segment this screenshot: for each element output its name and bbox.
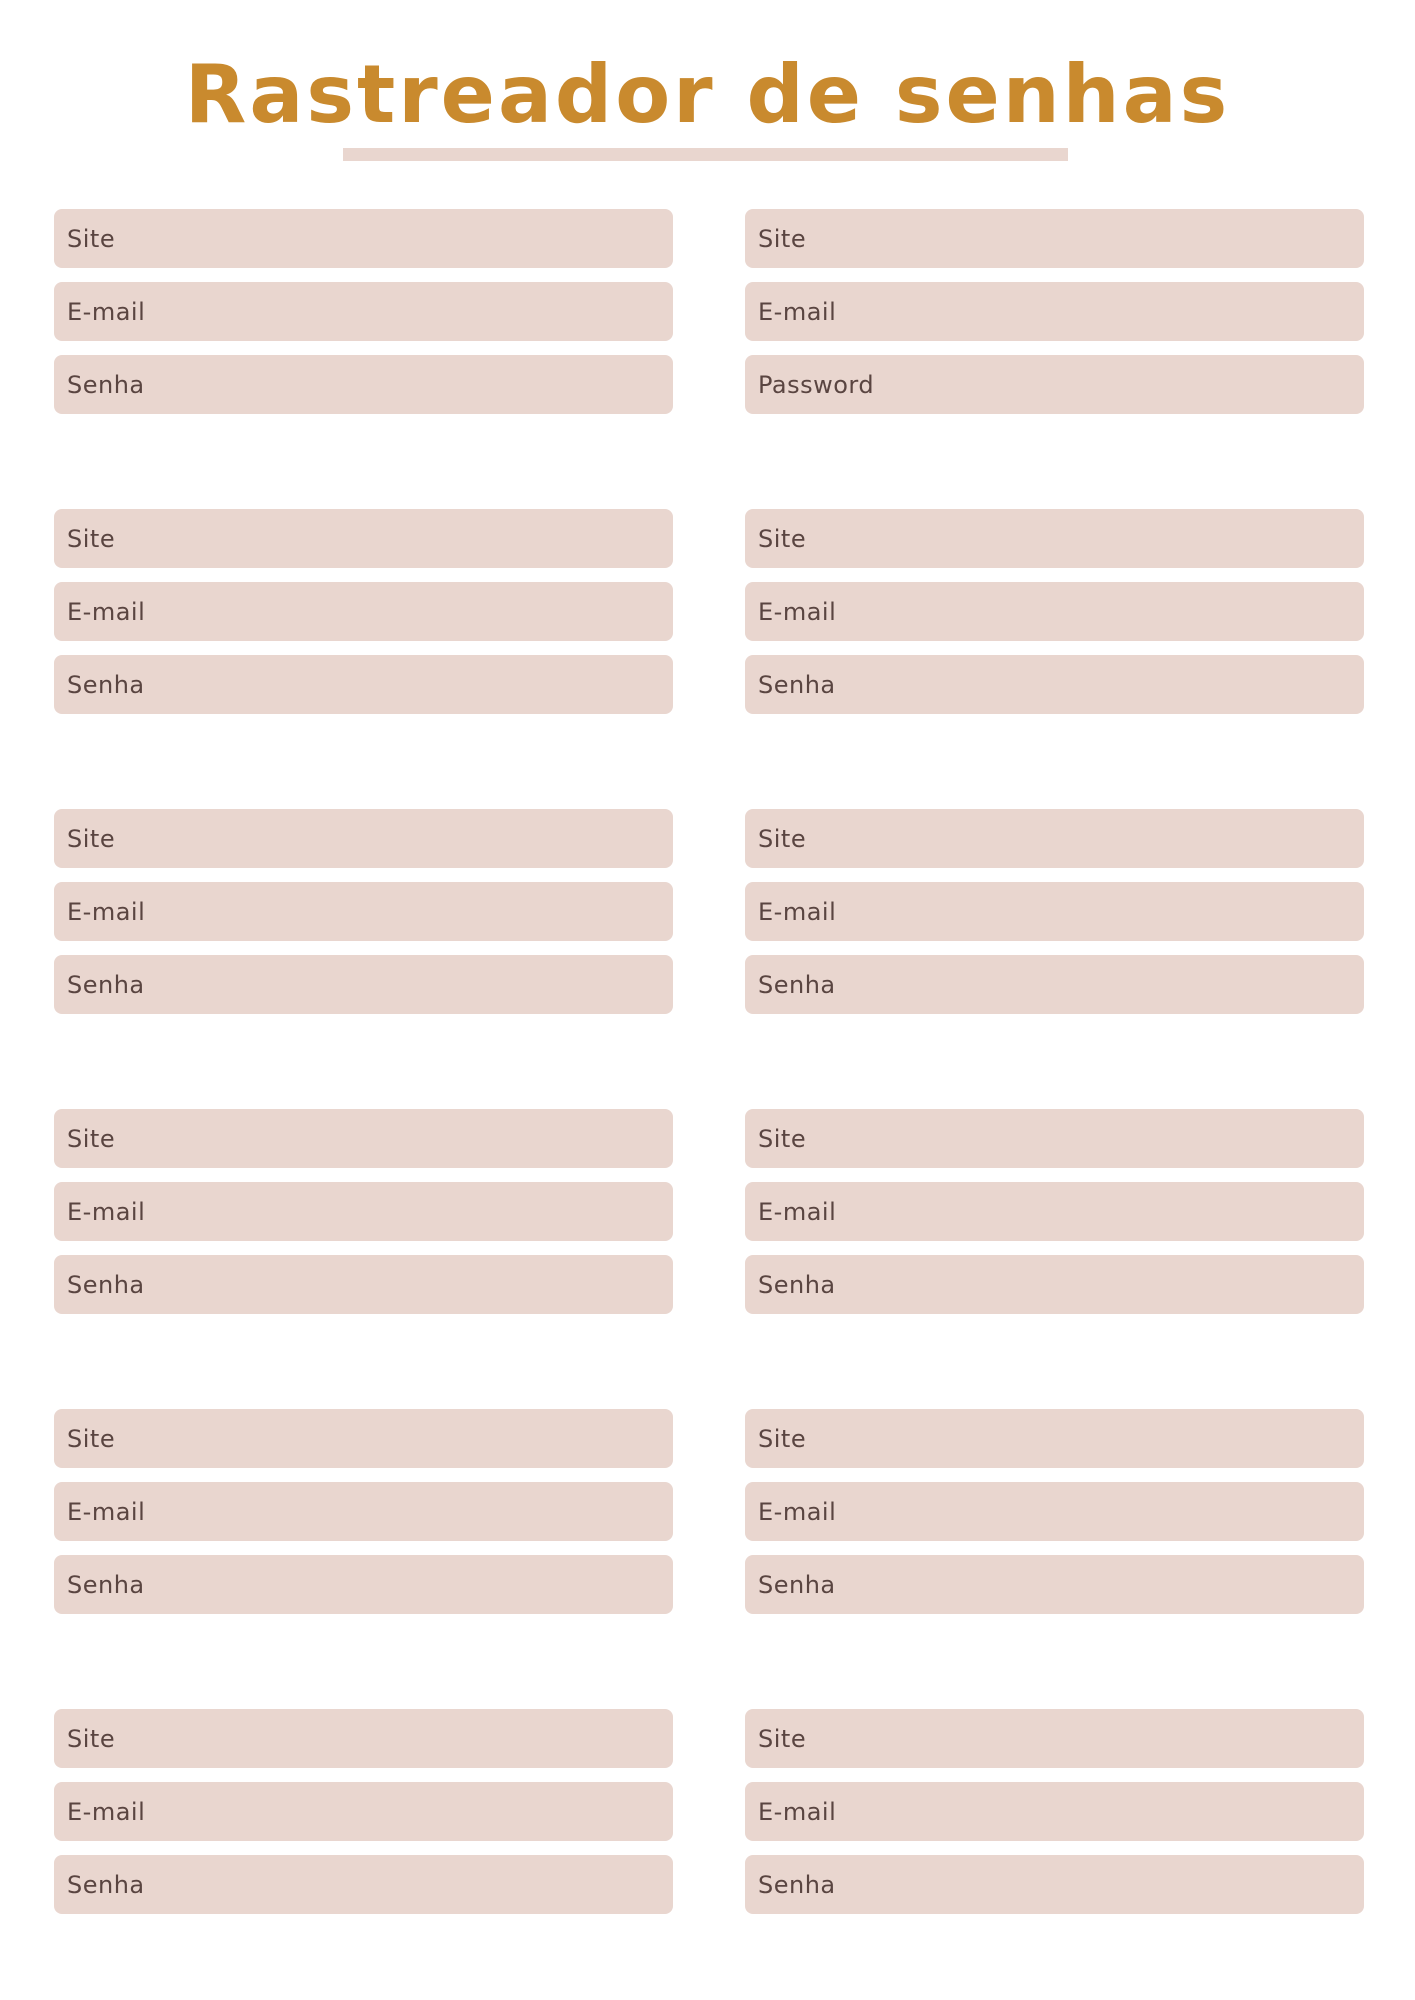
site-label: Site [67, 1124, 116, 1153]
email-field[interactable]: E-mail [54, 582, 673, 641]
site-label: Site [67, 224, 116, 253]
title-underline [343, 148, 1068, 161]
password-label: Senha [67, 670, 145, 699]
site-label: Site [67, 824, 116, 853]
entry-card: Site E-mail Password [745, 209, 1364, 414]
site-label: Site [758, 1424, 807, 1453]
password-field[interactable]: Senha [745, 1255, 1364, 1314]
entry-card: Site E-mail Senha [745, 809, 1364, 1014]
password-field[interactable]: Senha [54, 355, 673, 414]
password-label: Senha [758, 1570, 836, 1599]
entries-grid: Site E-mail Senha Site E-mail Password S… [54, 209, 1364, 1914]
site-field[interactable]: Site [54, 1709, 673, 1768]
password-field[interactable]: Senha [54, 955, 673, 1014]
email-label: E-mail [758, 297, 837, 326]
email-label: E-mail [758, 1497, 837, 1526]
email-field[interactable]: E-mail [745, 1182, 1364, 1241]
entry-card: Site E-mail Senha [745, 1709, 1364, 1914]
password-field[interactable]: Senha [54, 655, 673, 714]
password-field[interactable]: Senha [745, 655, 1364, 714]
password-label: Senha [758, 1270, 836, 1299]
email-field[interactable]: E-mail [54, 1482, 673, 1541]
site-field[interactable]: Site [745, 1409, 1364, 1468]
site-label: Site [67, 1724, 116, 1753]
email-field[interactable]: E-mail [745, 1482, 1364, 1541]
site-label: Site [758, 824, 807, 853]
entry-card: Site E-mail Senha [54, 509, 673, 714]
entry-card: Site E-mail Senha [54, 1109, 673, 1314]
password-field[interactable]: Senha [745, 1555, 1364, 1614]
password-field[interactable]: Password [745, 355, 1364, 414]
site-field[interactable]: Site [54, 209, 673, 268]
email-field[interactable]: E-mail [745, 882, 1364, 941]
password-field[interactable]: Senha [54, 1555, 673, 1614]
password-label: Senha [758, 970, 836, 999]
entry-card: Site E-mail Senha [745, 1409, 1364, 1614]
password-label: Senha [67, 1870, 145, 1899]
email-field[interactable]: E-mail [745, 582, 1364, 641]
page-title: Rastreador de senhas [184, 48, 1231, 141]
entry-card: Site E-mail Senha [54, 209, 673, 414]
email-label: E-mail [67, 297, 146, 326]
site-label: Site [758, 524, 807, 553]
password-label: Senha [67, 370, 145, 399]
site-label: Site [758, 1124, 807, 1153]
email-field[interactable]: E-mail [54, 1782, 673, 1841]
email-label: E-mail [67, 1497, 146, 1526]
email-field[interactable]: E-mail [745, 1782, 1364, 1841]
email-field[interactable]: E-mail [54, 882, 673, 941]
email-label: E-mail [67, 1197, 146, 1226]
password-label: Senha [758, 670, 836, 699]
entry-card: Site E-mail Senha [54, 809, 673, 1014]
email-label: E-mail [758, 1197, 837, 1226]
password-label: Password [758, 370, 875, 399]
email-label: E-mail [67, 1797, 146, 1826]
entry-card: Site E-mail Senha [745, 1109, 1364, 1314]
site-field[interactable]: Site [54, 509, 673, 568]
password-label: Senha [67, 1270, 145, 1299]
site-field[interactable]: Site [745, 1109, 1364, 1168]
password-label: Senha [758, 1870, 836, 1899]
email-field[interactable]: E-mail [54, 282, 673, 341]
site-field[interactable]: Site [54, 809, 673, 868]
password-label: Senha [67, 970, 145, 999]
password-field[interactable]: Senha [54, 1855, 673, 1914]
password-field[interactable]: Senha [54, 1255, 673, 1314]
site-field[interactable]: Site [54, 1109, 673, 1168]
site-field[interactable]: Site [745, 1709, 1364, 1768]
email-field[interactable]: E-mail [54, 1182, 673, 1241]
site-field[interactable]: Site [745, 809, 1364, 868]
site-field[interactable]: Site [745, 209, 1364, 268]
email-field[interactable]: E-mail [745, 282, 1364, 341]
site-field[interactable]: Site [745, 509, 1364, 568]
site-field[interactable]: Site [54, 1409, 673, 1468]
password-field[interactable]: Senha [745, 955, 1364, 1014]
email-label: E-mail [67, 897, 146, 926]
entry-card: Site E-mail Senha [54, 1709, 673, 1914]
email-label: E-mail [67, 597, 146, 626]
password-label: Senha [67, 1570, 145, 1599]
site-label: Site [67, 1424, 116, 1453]
email-label: E-mail [758, 1797, 837, 1826]
site-label: Site [758, 1724, 807, 1753]
email-label: E-mail [758, 897, 837, 926]
site-label: Site [758, 224, 807, 253]
email-label: E-mail [758, 597, 837, 626]
entry-card: Site E-mail Senha [745, 509, 1364, 714]
password-field[interactable]: Senha [745, 1855, 1364, 1914]
site-label: Site [67, 524, 116, 553]
entry-card: Site E-mail Senha [54, 1409, 673, 1614]
